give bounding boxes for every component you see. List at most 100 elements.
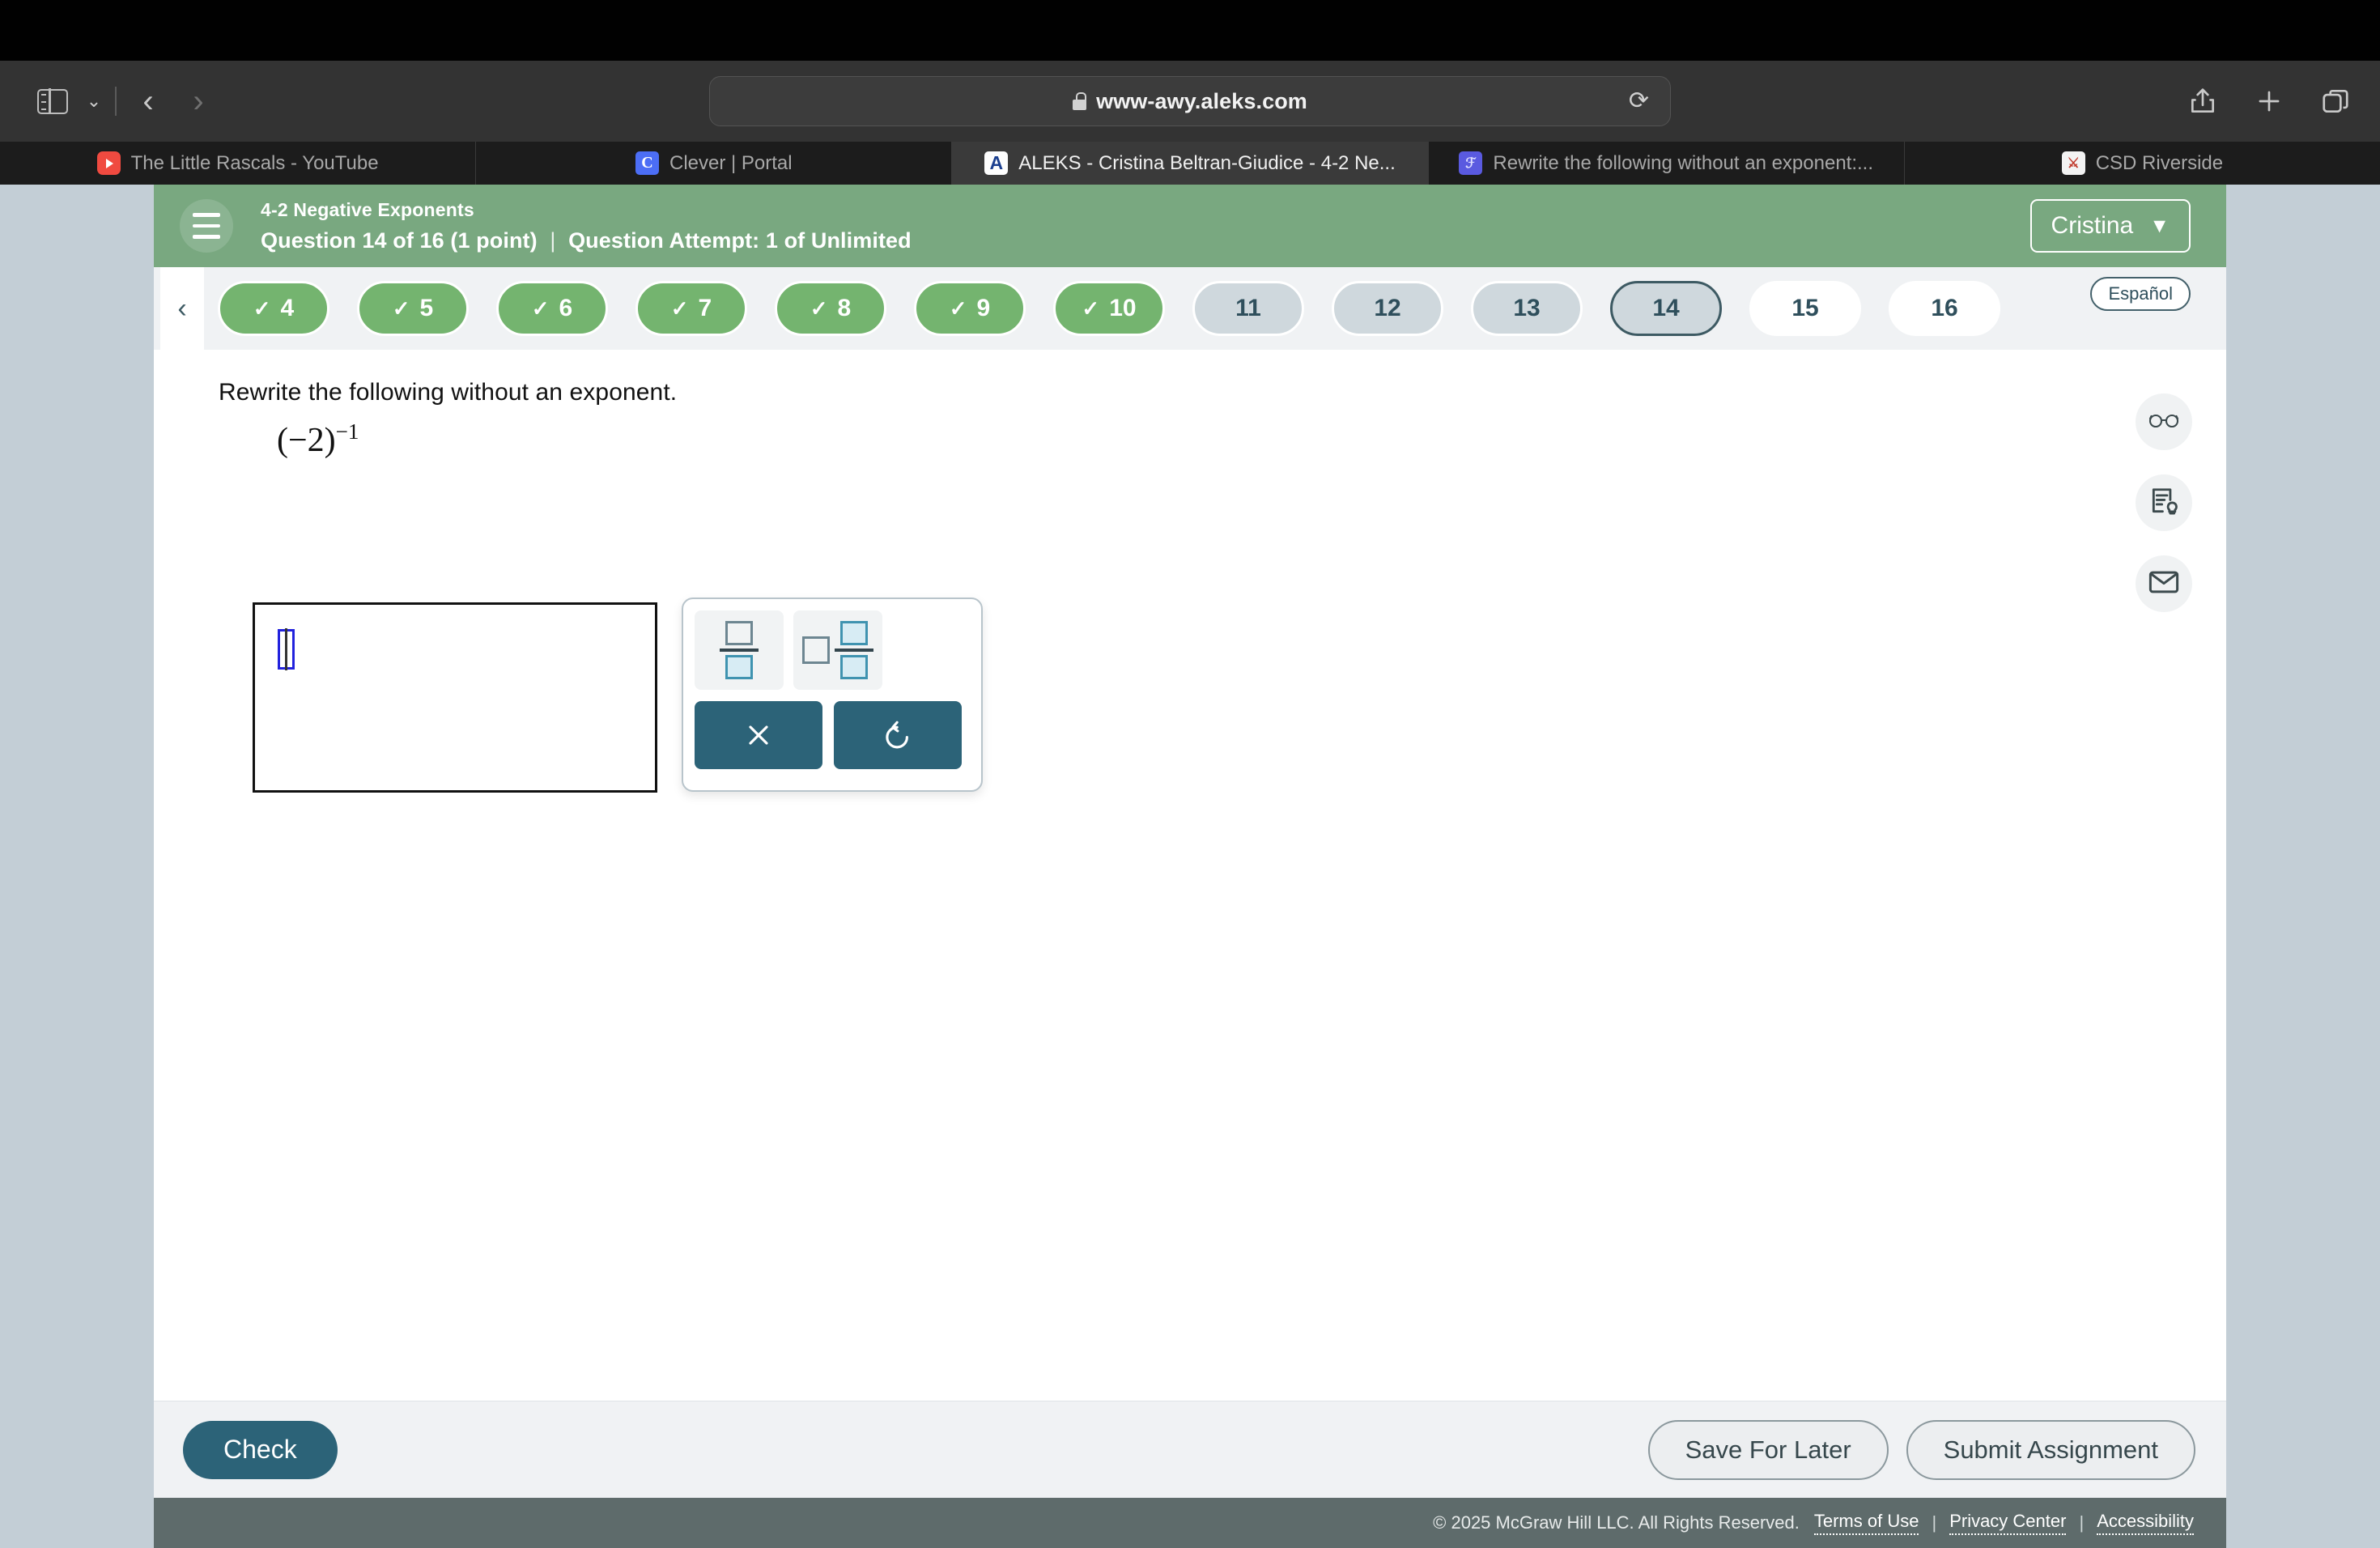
tab-strip: The Little Rascals - YouTube C Clever | … [0,142,2380,185]
expression-base: (−2) [277,422,336,459]
question-status-line: Question 14 of 16 (1 point) | Question A… [261,228,912,253]
reload-icon[interactable]: ⟳ [1629,89,1649,113]
expression-exponent: −1 [335,419,359,444]
math-expression: (−2)−1 [277,419,359,460]
privacy-center-link[interactable]: Privacy Center [1949,1511,2067,1535]
question-number: 7 [698,295,712,321]
check-icon: ✓ [949,296,967,321]
tab-title: Clever | Portal [669,151,793,174]
accessibility-link[interactable]: Accessibility [2097,1511,2194,1535]
browser-chrome: ⌄ ‹ › www-awy.aleks.com ⟳ The Little Ras… [0,0,2380,185]
tool-rail [2136,393,2192,612]
clever-icon: C [635,151,659,175]
address-bar-url: www-awy.aleks.com [1096,88,1307,113]
math-cursor-placeholder [278,628,295,670]
chevron-down-icon: ▼ [2149,214,2170,237]
question-pill-6[interactable]: ✓ 6 [496,281,608,336]
assignment-header-text: 4-2 Negative Exponents Question 14 of 16… [261,199,912,253]
message-button[interactable] [2136,555,2192,612]
question-prompt: Rewrite the following without an exponen… [219,379,678,406]
question-number: 4 [280,295,295,321]
save-for-later-button[interactable]: Save For Later [1647,1419,1889,1480]
question-number: 10 [1109,295,1137,321]
question-pill-8[interactable]: ✓ 8 [775,281,886,336]
submit-assignment-button[interactable]: Submit Assignment [1906,1419,2195,1480]
question-number: 15 [1791,295,1819,321]
undo-icon[interactable] [834,701,962,769]
plus-icon[interactable] [2254,86,2284,117]
espanol-toggle-button[interactable]: Español [2090,277,2191,311]
math-keypad [682,598,983,792]
action-bar: Check Save For Later Submit Assignment [154,1401,2226,1498]
glasses-icon [2148,410,2180,435]
lock-icon [1073,92,1087,110]
question-pill-13[interactable]: 13 [1471,281,1583,336]
check-icon: ✓ [670,296,689,321]
answer-input[interactable] [253,602,657,793]
question-pill-10[interactable]: ✓ 10 [1053,281,1165,336]
question-pill-5[interactable]: ✓ 5 [357,281,469,336]
question-number: 12 [1374,295,1401,321]
window-titlebar [0,0,2380,61]
footer-separator: | [1932,1512,1937,1533]
check-icon: ✓ [253,296,271,321]
hamburger-menu-icon[interactable] [180,199,233,253]
tab-title: Rewrite the following without an exponen… [1493,151,1874,174]
browser-toolbar: ⌄ ‹ › www-awy.aleks.com ⟳ [0,61,2380,142]
tab-title: ALEKS - Cristina Beltran-Giudice - 4-2 N… [1018,151,1396,174]
browser-tab-csd-riverside[interactable]: ⚔ CSD Riverside [1904,142,2380,185]
question-pill-9[interactable]: ✓ 9 [914,281,1026,336]
explanation-button[interactable] [2136,474,2192,531]
footer-separator: | [2079,1512,2085,1533]
check-icon: ✓ [392,296,410,321]
check-icon: ✓ [1082,296,1100,321]
sidebar-options-chevron-down-icon[interactable]: ⌄ [78,76,110,126]
question-pill-14[interactable]: 14 [1610,281,1722,336]
toolbar-divider [115,87,117,116]
question-pill-15[interactable]: 15 [1749,281,1861,336]
notes-lightbulb-icon [2148,486,2179,521]
question-attempt: Question Attempt: 1 of Unlimited [568,228,912,253]
question-pill-7[interactable]: ✓ 7 [635,281,747,336]
question-number: 14 [1652,295,1680,321]
forward-chevron-icon[interactable]: › [173,76,223,126]
check-icon: ✓ [810,296,828,321]
question-number: 11 [1235,295,1261,321]
assignment-title: 4-2 Negative Exponents [261,198,474,220]
share-icon[interactable] [2187,85,2218,117]
mixed-number-template-icon[interactable] [793,610,882,690]
clear-x-icon[interactable] [695,701,822,769]
envelope-icon [2148,570,2179,598]
browser-tab-youtube[interactable]: The Little Rascals - YouTube [0,142,477,185]
terms-of-use-link[interactable]: Terms of Use [1813,1511,1919,1535]
aleks-app: 4-2 Negative Exponents Question 14 of 16… [154,185,2226,1548]
question-number: 8 [837,295,852,321]
question-pill-4[interactable]: ✓ 4 [218,281,329,336]
address-bar[interactable]: www-awy.aleks.com ⟳ [709,76,1671,126]
user-menu-button[interactable]: Cristina ▼ [2029,199,2191,253]
read-aloud-button[interactable] [2136,393,2192,450]
sidebar-toggle-icon[interactable] [28,76,78,126]
tab-title: CSD Riverside [2095,151,2224,174]
browser-tab-aleks[interactable]: A ALEKS - Cristina Beltran-Giudice - 4-2… [952,142,1429,185]
status-separator: | [550,228,556,253]
copyright-text: © 2025 McGraw Hill LLC. All Rights Reser… [1433,1512,1800,1533]
question-number: 9 [976,295,991,321]
question-pill-11[interactable]: 11 [1192,281,1304,336]
assignment-header: 4-2 Negative Exponents Question 14 of 16… [154,185,2226,267]
question-pill-12[interactable]: 12 [1332,281,1443,336]
fraction-template-icon[interactable] [695,610,784,690]
question-number: 6 [559,295,573,321]
browser-tab-clever[interactable]: C Clever | Portal [476,142,953,185]
aleks-icon: A [984,151,1009,175]
user-name-label: Cristina [2051,212,2134,239]
question-pill-16[interactable]: 16 [1889,281,2000,336]
tab-overview-icon[interactable] [2320,86,2351,117]
csd-riverside-icon: ⚔ [2061,151,2085,175]
check-icon: ✓ [531,296,550,321]
browser-tab-rewrite[interactable]: ℱ Rewrite the following without an expon… [1428,142,1905,185]
back-chevron-icon[interactable]: ‹ [123,76,173,126]
chevron-left-icon[interactable]: ‹ [160,267,204,350]
check-button[interactable]: Check [183,1420,338,1479]
question-navigation: ‹ ✓ 4 ✓ 5 ✓ 6 ✓ 7 ✓ 8 ✓ 9 ✓ 10 11 12 13 14 15 1… [154,267,2226,350]
